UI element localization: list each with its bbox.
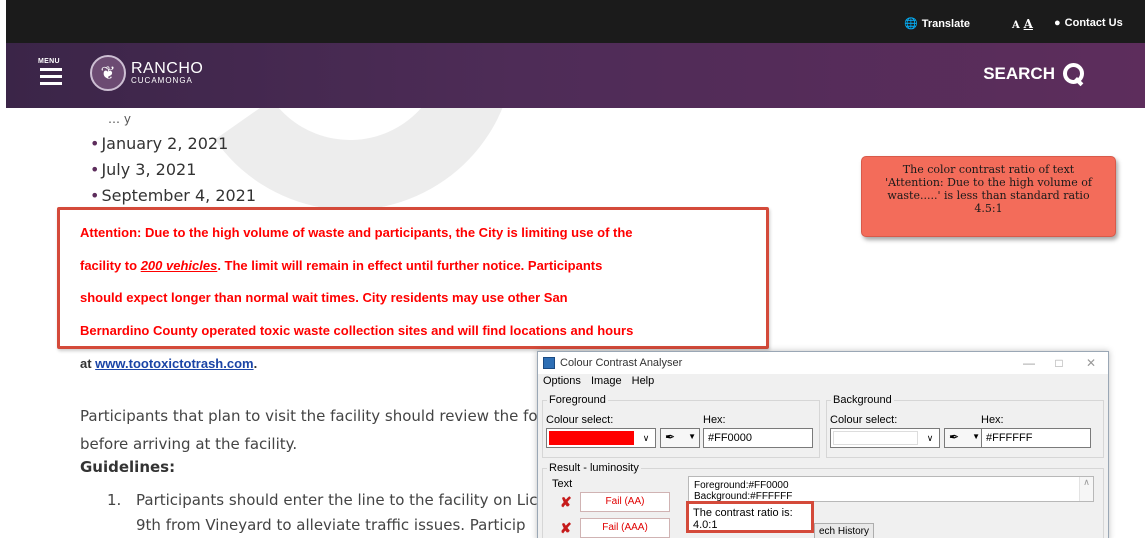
guidelines-heading: Guidelines: [80, 458, 176, 476]
contact-us-link[interactable]: ● Contact Us [1054, 17, 1123, 29]
eyedropper-icon: ✒ [665, 430, 676, 444]
result-details-box: Foreground:#FF0000 Background:#FFFFFF ∧ [688, 476, 1094, 502]
chevron-down-icon: ∨ [642, 433, 650, 443]
text-label: Text [552, 478, 573, 490]
fg-colour-select-label: Colour select: [546, 414, 614, 426]
text-size-large: A [1023, 17, 1033, 31]
fail-x-icon: ✘ [560, 520, 572, 536]
fail-x-icon: ✘ [560, 494, 572, 510]
contrast-ratio-text: The contrast ratio is: 4.0:1 [693, 507, 793, 531]
bg-eyedropper-button[interactable]: ✒ ▼ [944, 428, 984, 448]
bg-hex-label: Hex: [981, 414, 1004, 426]
text-size-small: A [1012, 20, 1020, 31]
attention-notice: Attention: Due to the high volume of was… [80, 217, 770, 347]
dropdown-arrow-icon: ▼ [972, 432, 980, 441]
attention-line-3: should expect longer than normal wait ti… [80, 290, 568, 305]
bg-hex-input[interactable]: #FFFFFF [981, 428, 1091, 448]
date-list: • January 2, 2021 • July 3, 2021 • Septembe… [90, 131, 256, 209]
colour-contrast-analyser-window: Colour Contrast Analyser — □ ✕ Options I… [537, 351, 1109, 538]
menu-image[interactable]: Image [591, 375, 622, 387]
vehicles-link[interactable]: 200 vehicles [141, 258, 218, 273]
dropdown-arrow-icon: ▼ [688, 432, 696, 441]
list-item: • January 2, 2021 [90, 134, 229, 153]
attention-line-1: Attention: Due to the high volume of was… [80, 225, 633, 240]
partial-text-line: … y [108, 112, 131, 126]
site-logo[interactable]: ❦ RANCHO CUCAMONGA [90, 55, 203, 91]
utility-bar: 🌐 Translate A A ● Contact Us [6, 0, 1145, 43]
bg-colour-select-label: Colour select: [830, 414, 898, 426]
menu-help[interactable]: Help [632, 375, 655, 387]
fail-aa-badge: Fail (AA) [580, 492, 670, 512]
bg-colour-swatch [833, 431, 918, 445]
toxic-trash-link[interactable]: www.tootoxictotrash.com [95, 356, 253, 371]
window-titlebar[interactable]: Colour Contrast Analyser — □ ✕ [538, 352, 1108, 374]
logo-line2: CUCAMONGA [131, 76, 193, 85]
search-label: SEARCH [983, 64, 1055, 83]
list-item: • July 3, 2021 [90, 160, 197, 179]
attention-continuation: at www.tootoxictotrash.com. [80, 356, 258, 371]
hamburger-menu-icon[interactable] [40, 68, 62, 86]
contrast-callout: The color contrast ratio of text 'Attent… [861, 156, 1116, 237]
attention-line-2: facility to 200 vehicles. The limit will… [80, 257, 603, 273]
result-scrollbar[interactable]: ∧ [1079, 477, 1093, 501]
menu-label: MENU [38, 58, 60, 65]
fail-aaa-badge: Fail (AAA) [580, 518, 670, 538]
fg-eyedropper-button[interactable]: ✒ ▼ [660, 428, 700, 448]
minimize-icon[interactable]: — [1015, 353, 1043, 373]
fg-hex-input[interactable]: #FF0000 [703, 428, 813, 448]
eyedropper-icon: ✒ [949, 430, 960, 444]
list-item: • September 4, 2021 [90, 186, 257, 205]
fg-result-line: Foreground:#FF0000 [694, 480, 789, 491]
window-title: Colour Contrast Analyser [560, 357, 683, 369]
chevron-down-icon: ∨ [926, 433, 934, 443]
search-icon [1063, 63, 1085, 85]
close-icon[interactable]: ✕ [1077, 353, 1105, 373]
contrast-ratio-box: The contrast ratio is: 4.0:1 [686, 501, 814, 533]
logo-emblem-icon: ❦ [90, 55, 126, 91]
attention-line-4: Bernardino County operated toxic waste c… [80, 322, 634, 338]
translate-link[interactable]: 🌐 Translate [904, 17, 970, 30]
app-icon [543, 357, 555, 369]
text-size-toggle[interactable]: A A [1012, 17, 1033, 31]
guideline-item: 1. Participants should enter the line to… [107, 491, 538, 534]
logo-line1: RANCHO [131, 60, 204, 77]
review-paragraph: Participants that plan to visit the faci… [80, 407, 538, 453]
show-history-button[interactable]: ech History [814, 523, 875, 538]
fg-colour-swatch [549, 431, 634, 445]
maximize-icon[interactable]: □ [1045, 353, 1073, 373]
fg-hex-label: Hex: [703, 414, 726, 426]
menu-options[interactable]: Options [543, 375, 581, 387]
menu-bar: Options Image Help [543, 375, 661, 387]
search-button[interactable]: SEARCH [983, 63, 1085, 85]
fg-colour-select[interactable]: ∨ [546, 428, 656, 448]
translate-icon: 🌐 [904, 18, 918, 30]
site-header: MENU ❦ RANCHO CUCAMONGA SEARCH [6, 43, 1145, 108]
chat-bubble-icon: ● [1054, 17, 1061, 29]
bg-colour-select[interactable]: ∨ [830, 428, 940, 448]
